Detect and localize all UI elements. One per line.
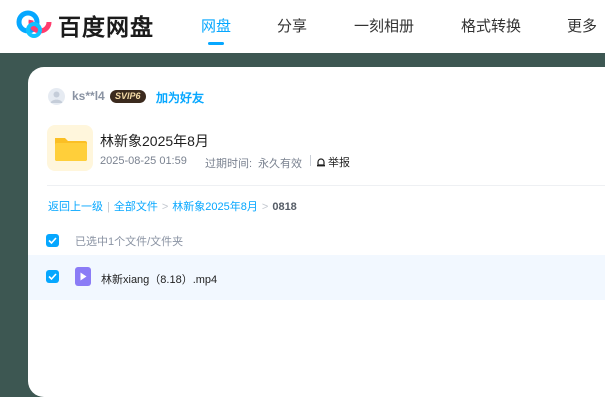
nav-active-indicator <box>208 42 224 45</box>
breadcrumb-chevron: > <box>161 201 169 213</box>
report-button[interactable]: 举报 <box>316 154 350 170</box>
expiry-value: 永久有效 <box>258 158 302 170</box>
breadcrumb-folder[interactable]: 林新象2025年8月 <box>172 201 258 213</box>
baidu-netdisk-logo-icon[interactable] <box>16 7 52 39</box>
share-date: 2025-08-25 01:59 <box>100 155 187 167</box>
report-label: 举报 <box>328 157 350 169</box>
breadcrumb: 返回上一级 | 全部文件 > 林新象2025年8月 >0818 <box>48 198 297 214</box>
breadcrumb-all-files[interactable]: 全部文件 <box>114 201 158 213</box>
sharer-username: ks**l4 <box>72 89 105 103</box>
top-bar: 百度网盘 网盘 分享 一刻相册 格式转换 更多 <box>0 0 605 53</box>
brand-name[interactable]: 百度网盘 <box>58 8 154 42</box>
expiry-label: 过期时间: <box>205 158 253 170</box>
nav-tab-netdisk[interactable]: 网盘 <box>201 15 231 36</box>
vip-badge: SVIP6 <box>110 90 146 103</box>
video-file-icon <box>75 267 91 286</box>
add-friend-link[interactable]: 加为好友 <box>156 89 204 106</box>
folder-icon <box>47 125 93 171</box>
nav-tab-more[interactable]: 更多 <box>567 15 597 36</box>
share-title: 林新象2025年8月 <box>100 133 209 149</box>
meta-divider <box>310 155 311 166</box>
avatar[interactable] <box>48 88 65 105</box>
section-divider <box>47 185 605 186</box>
breadcrumb-chevron: > <box>261 201 269 213</box>
breadcrumb-pipe: | <box>107 201 110 213</box>
nav-tab-album[interactable]: 一刻相册 <box>354 15 414 36</box>
breadcrumb-current: 0818 <box>272 201 297 213</box>
nav-tab-share[interactable]: 分享 <box>277 15 307 36</box>
alarm-icon <box>317 158 325 167</box>
file-checkbox[interactable] <box>46 270 59 283</box>
selection-count-text: 已选中1个文件/文件夹 <box>75 236 184 248</box>
breadcrumb-back[interactable]: 返回上一级 <box>48 201 103 213</box>
file-name[interactable]: 林新xiang（8.18）.mp4 <box>101 271 217 287</box>
select-all-checkbox[interactable] <box>46 234 59 247</box>
nav-tab-format-convert[interactable]: 格式转换 <box>461 15 521 36</box>
share-card <box>28 67 605 397</box>
